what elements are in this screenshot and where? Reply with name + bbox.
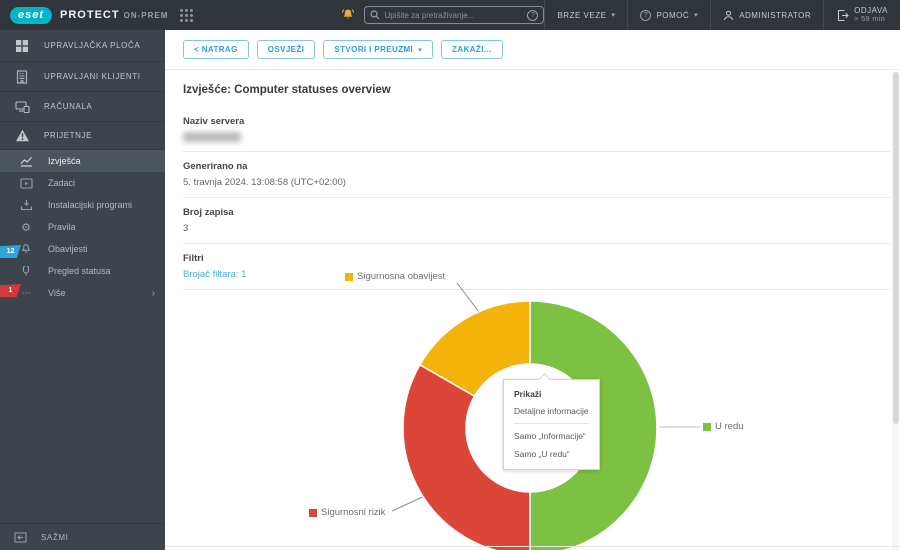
redacted-server-name [183,132,241,142]
logout-icon [838,9,849,21]
menu-item-details[interactable]: Detaljne informacije [514,402,589,420]
back-button[interactable]: < NATRAG [183,40,249,59]
quick-links-menu[interactable]: BRZE VEZE ▾ [545,0,627,30]
context-menu-header: Prikaži [514,389,542,399]
legend-ok[interactable]: U redu [703,421,744,432]
computers-icon [14,100,30,114]
installer-icon [18,199,34,211]
status-overview-icon [18,265,34,277]
sidebar-item-more[interactable]: ⋯ Više › [0,282,165,304]
sidebar-item-dashboard[interactable]: UPRAVLJAČKA PLOČA [0,30,165,62]
warning-triangle-icon [14,129,30,142]
legend-security-risk[interactable]: Sigurnosni rizik [309,507,385,518]
sidebar: UPRAVLJAČKA PLOČA UPRAVLJANI KLIJENTI RA… [0,30,165,550]
caret-down-icon: ▾ [694,12,699,19]
gear-icon: ⚙ [21,221,31,234]
refresh-button[interactable]: OSVJEŽI [256,40,316,59]
collapse-icon [14,532,27,543]
caret-down-icon: ▾ [418,46,423,54]
field-record-count: Broj zapisa 3 [183,198,890,244]
help-icon: ? [640,9,652,21]
content-bottom-border [165,546,900,547]
sidebar-item-installers[interactable]: Instalacijski programi [0,194,165,216]
sidebar-item-status-overview[interactable]: Pregled statusa [0,260,165,282]
sidebar-item-computers[interactable]: RAČUNALA [0,92,165,122]
search-help-icon[interactable]: ? [527,9,539,21]
more-icon: ⋯ [21,287,31,298]
sidebar-item-notifications[interactable]: Obavijesti [0,238,165,260]
eset-logo[interactable]: eset [10,6,53,24]
sidebar-item-managed-clients[interactable]: UPRAVLJANI KLIJENTI [0,62,165,92]
search-placeholder: Upišite za pretraživanje... [384,10,475,20]
dashboard-icon [14,39,30,53]
main-content: < NATRAG OSVJEŽI STVORI I PREUZMI ▾ ZAKA… [165,30,900,550]
bell-outline-icon [18,243,34,255]
schedule-button[interactable]: ZAKAŽI... [441,40,503,59]
legend-swatch-ok [703,422,711,431]
field-server-name: Naziv servera [183,107,890,152]
caret-down-icon: ▾ [611,12,616,19]
page-title: Izvješće: Computer statuses overview [183,84,391,96]
product-edition: ON-PREM [123,10,169,20]
user-icon [724,10,734,20]
scrollbar-thumb[interactable] [893,72,899,424]
notification-bell-icon[interactable] [340,7,356,23]
callout-line-warning [456,282,483,317]
menu-item-only-ok[interactable]: Samo „U redu“ [514,445,589,463]
top-bar: eset PROTECT ON-PREM Upišite za pretraži… [0,0,900,30]
sidebar-item-tasks[interactable]: Zadaci [0,172,165,194]
product-name: PROTECT [60,9,120,21]
app-grid-icon[interactable] [180,8,194,22]
field-generated-at: Generirano na 5. travnja 2024. 13:08:58 … [183,152,890,198]
chart-context-menu: Prikaži Detaljne informacije Samo „Infor… [503,379,600,470]
chevron-right-icon: › [151,287,155,299]
help-menu[interactable]: ? POMOĆ ▾ [628,0,710,30]
sidebar-item-threats[interactable]: PRIJETNJE [0,122,165,150]
search-icon [370,10,380,20]
legend-security-notification[interactable]: Sigurnosna obavijest [345,271,445,282]
building-icon [14,69,30,84]
generate-download-button[interactable]: STVORI I PREUZMI ▾ [323,40,434,59]
tasks-icon [18,177,34,189]
search-input[interactable]: Upišite za pretraživanje... ? [364,6,545,24]
sidebar-item-policies[interactable]: ⚙ Pravila [0,216,165,238]
donut-chart[interactable] [390,270,870,550]
legend-swatch-risk [309,508,317,517]
menu-item-only-information[interactable]: Samo „Informacije“ [514,427,589,445]
logout-button[interactable]: ODJAVA > 59 min [824,0,900,30]
legend-swatch-warning [345,272,353,281]
report-details: Izvješće: Computer statuses overview Naz… [183,70,890,290]
collapse-sidebar-button[interactable]: SAŽMI [0,523,165,550]
reports-icon [18,156,34,167]
user-menu[interactable]: ADMINISTRATOR [711,0,823,30]
sidebar-item-reports[interactable]: Izvješća [0,150,165,172]
session-timeout: > 59 min [854,15,886,23]
report-toolbar: < NATRAG OSVJEŽI STVORI I PREUZMI ▾ ZAKA… [165,30,900,70]
